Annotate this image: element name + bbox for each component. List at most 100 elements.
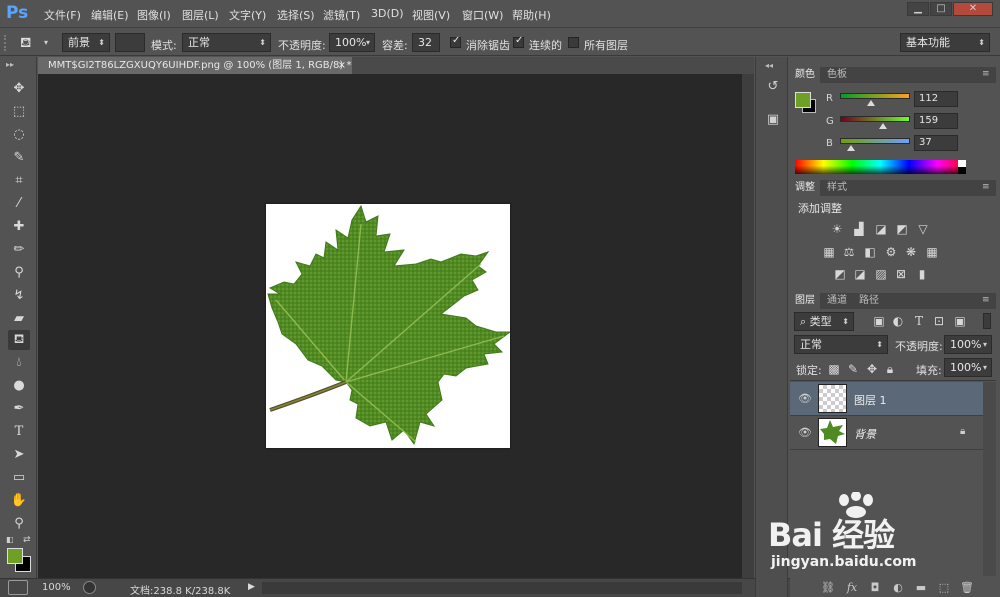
add-mask-icon[interactable]: ◘ <box>868 581 882 595</box>
collapse-arrows-icon[interactable]: ▸▸ <box>6 60 14 69</box>
fill-input[interactable]: 100% ▾ <box>944 358 992 377</box>
blend-mode-select[interactable]: 正常 ⬍ <box>794 335 888 354</box>
curves-icon[interactable]: ◪ <box>873 222 889 236</box>
gradient-map-icon[interactable]: ▮ <box>914 267 930 281</box>
paint-bucket-tool-icon[interactable]: ⛾ <box>8 330 30 350</box>
slider-b[interactable] <box>840 138 910 144</box>
close-tab-icon[interactable]: × <box>338 57 346 74</box>
tab-color[interactable]: 颜色 <box>790 67 820 83</box>
black-swatch[interactable] <box>958 167 966 174</box>
path-select-tool-icon[interactable]: ➤ <box>8 445 30 465</box>
menu-type[interactable]: 文字(Y) <box>229 7 266 23</box>
lock-image-icon[interactable]: ✎ <box>845 362 861 376</box>
lasso-tool-icon[interactable]: ◌ <box>8 125 30 145</box>
tab-layers[interactable]: 图层 <box>790 293 820 309</box>
properties-panel-icon[interactable]: ▣ <box>762 110 784 130</box>
document-image[interactable] <box>266 204 512 448</box>
tolerance-input[interactable]: 32 <box>412 33 440 52</box>
rectangle-tool-icon[interactable]: ▭ <box>8 468 30 488</box>
menu-help[interactable]: 帮助(H) <box>512 7 551 23</box>
pattern-picker[interactable] <box>115 33 145 52</box>
filter-type-icon[interactable]: T <box>911 314 927 328</box>
lock-transparent-icon[interactable]: ▩ <box>826 362 842 376</box>
filter-adjust-icon[interactable]: ◐ <box>890 314 906 328</box>
eyedropper-tool-icon[interactable]: ⁄ <box>8 194 30 214</box>
new-layer-icon[interactable]: ⬚ <box>937 581 951 595</box>
menu-view[interactable]: 视图(V) <box>412 7 450 23</box>
menu-image[interactable]: 图像(I) <box>137 7 171 23</box>
input-g[interactable]: 159 <box>914 113 958 129</box>
menu-layer[interactable]: 图层(L) <box>182 7 219 23</box>
layer-name[interactable]: 图层 1 <box>854 392 887 408</box>
link-layers-icon[interactable]: ⛓ <box>821 581 835 595</box>
collapse-arrows-icon[interactable]: ◂◂ <box>765 61 773 70</box>
status-info-icon[interactable] <box>83 581 96 594</box>
layer-row-layer1[interactable]: 👁︎ 图层 1 <box>790 382 983 415</box>
filter-toggle[interactable] <box>983 313 991 329</box>
opacity-input[interactable]: 100% ▾ <box>329 33 375 52</box>
foreground-color-swatch[interactable] <box>7 548 23 564</box>
brush-tool-icon[interactable]: ✏ <box>8 240 30 260</box>
panel-menu-icon[interactable]: ≡ <box>982 295 990 305</box>
lock-position-icon[interactable]: ✥ <box>864 362 880 376</box>
fg-color-chip[interactable] <box>795 92 811 108</box>
menu-3d[interactable]: 3D(D) <box>371 7 404 20</box>
delete-layer-icon[interactable]: 🗑︎ <box>960 581 974 595</box>
layers-scrollbar[interactable] <box>983 382 996 576</box>
color-balance-icon[interactable]: ⚖ <box>841 245 857 259</box>
dodge-tool-icon[interactable]: ● <box>8 376 30 396</box>
tab-adjustments[interactable]: 调整 <box>790 180 820 196</box>
filter-shape-icon[interactable]: ⊡ <box>931 314 947 328</box>
paint-bucket-preset-icon[interactable]: ⛾ <box>20 35 31 53</box>
threshold-icon[interactable]: ▨ <box>873 267 889 281</box>
hand-tool-icon[interactable]: ✋ <box>8 491 30 511</box>
canvas-area[interactable] <box>38 74 754 578</box>
hue-sat-icon[interactable]: ▦ <box>821 245 837 259</box>
zoom-tool-icon[interactable]: ⚲ <box>8 514 30 534</box>
color-spectrum-bar[interactable] <box>795 160 966 174</box>
new-group-icon[interactable]: ▬ <box>914 581 928 595</box>
pen-tool-icon[interactable]: ✒ <box>8 399 30 419</box>
panel-menu-icon[interactable]: ≡ <box>982 182 990 192</box>
layer-opacity-input[interactable]: 100% ▾ <box>944 335 992 354</box>
menu-filter[interactable]: 滤镜(T) <box>323 7 360 23</box>
adjustment-layer-icon[interactable]: ◐ <box>891 581 905 595</box>
healing-brush-tool-icon[interactable]: ✚ <box>8 217 30 237</box>
layer-filter-select[interactable]: ⌕ 类型 ⬍ <box>794 312 854 331</box>
vibrance-icon[interactable]: ▽ <box>915 222 931 236</box>
history-brush-tool-icon[interactable]: ↯ <box>8 286 30 306</box>
all-layers-checkbox[interactable] <box>568 37 579 48</box>
blur-tool-icon[interactable]: 💧︎ <box>8 353 30 373</box>
screen-mode-icon[interactable] <box>8 580 28 595</box>
input-b[interactable]: 37 <box>914 135 958 151</box>
swap-colors-icon[interactable]: ⇄ <box>23 535 31 545</box>
menu-select[interactable]: 选择(S) <box>277 7 315 23</box>
contiguous-checkbox[interactable] <box>513 35 524 48</box>
document-tab[interactable]: MMT$GI2T86LZGXUQY6UIHDF.png @ 100% (图层 1… <box>38 57 352 74</box>
marquee-tool-icon[interactable]: ⬚ <box>8 102 30 122</box>
levels-icon[interactable]: ▟ <box>851 222 867 236</box>
slider-thumb-b[interactable] <box>846 145 855 151</box>
panel-menu-icon[interactable]: ≡ <box>982 69 990 79</box>
zoom-level[interactable]: 100% <box>42 582 71 593</box>
layer-row-background[interactable]: 👁︎ 背景 🔒︎ <box>790 416 983 449</box>
default-colors-icon[interactable]: ◧ <box>6 535 14 544</box>
maximize-button[interactable]: □ <box>930 2 952 16</box>
type-tool-icon[interactable]: T <box>8 422 30 442</box>
clone-stamp-tool-icon[interactable]: ⚲ <box>8 263 30 283</box>
fill-source-select[interactable]: 前景 ⬍ <box>62 33 110 52</box>
color-lookup-icon[interactable]: ▦ <box>924 245 940 259</box>
mode-select[interactable]: 正常 ⬍ <box>182 33 271 52</box>
black-white-icon[interactable]: ◧ <box>862 245 878 259</box>
close-button[interactable]: ✕ <box>953 2 993 16</box>
channel-mixer-icon[interactable]: ❋ <box>903 245 919 259</box>
slider-g[interactable] <box>840 116 910 122</box>
workspace-select[interactable]: 基本功能 ⬍ <box>900 33 990 52</box>
tab-paths[interactable]: 路径 <box>854 293 884 309</box>
lock-all-icon[interactable]: 🔒︎ <box>882 362 898 376</box>
invert-icon[interactable]: ◩ <box>832 267 848 281</box>
eraser-tool-icon[interactable]: ▰ <box>8 309 30 329</box>
horizontal-scrollbar[interactable] <box>262 582 742 594</box>
preset-chevron-down-icon[interactable]: ▾ <box>44 38 48 47</box>
photo-filter-icon[interactable]: ⚙ <box>883 245 899 259</box>
